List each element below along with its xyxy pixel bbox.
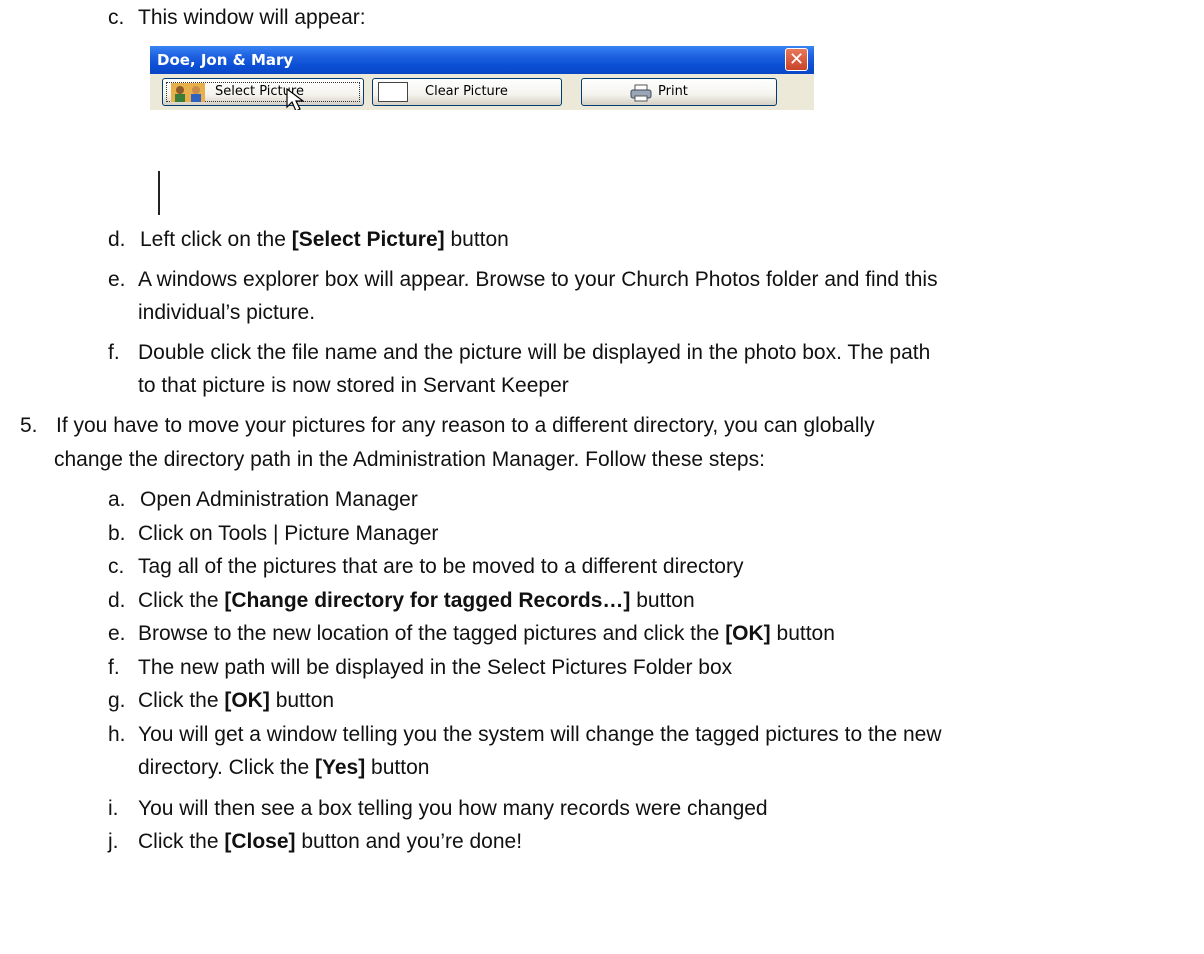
list-marker: i. (108, 797, 119, 820)
step-e-line: individual’s picture. (138, 301, 316, 324)
mouse-cursor-icon (286, 88, 305, 110)
people-icon (171, 83, 205, 102)
list-marker: j. (108, 830, 119, 853)
list-marker: e. (108, 268, 126, 291)
step-h-line: directory. Click the [Yes] button (138, 756, 430, 779)
window-titlebar: Doe, Jon & Mary ✕ (150, 46, 814, 74)
list-marker: b. (108, 522, 126, 545)
item5-line: If you have to move your pictures for an… (56, 414, 875, 437)
clear-picture-label: Clear Picture (425, 84, 508, 99)
list-marker: h. (108, 723, 126, 746)
step-f: The new path will be displayed in the Se… (138, 656, 733, 679)
step-e-line: A windows explorer box will appear. Brow… (138, 268, 938, 291)
step-c: Tag all of the pictures that are to be m… (138, 555, 744, 578)
list-marker: f. (108, 656, 120, 679)
step-j: Click the [Close] button and you’re done… (138, 830, 523, 853)
clear-picture-button[interactable]: Clear Picture (372, 78, 562, 106)
step-b: Click on Tools | Picture Manager (138, 522, 439, 545)
step-a: Open Administration Manager (140, 488, 418, 511)
step-i: You will then see a box telling you how … (138, 797, 768, 820)
item5-line: change the directory path in the Adminis… (54, 448, 765, 471)
list-marker: d. (108, 228, 126, 251)
blank-picture-icon (378, 82, 408, 102)
step-g: Click the [OK] button (138, 689, 335, 712)
list-marker: g. (108, 689, 126, 712)
printer-icon (630, 84, 652, 102)
close-icon[interactable]: ✕ (785, 48, 808, 71)
step-d: Left click on the [Select Picture] butto… (140, 228, 509, 251)
list-marker: f. (108, 341, 120, 364)
divider (158, 171, 160, 215)
step-f-line: Double click the file name and the pictu… (138, 341, 931, 364)
step-e: Browse to the new location of the tagged… (138, 622, 835, 645)
step-f-line: to that picture is now stored in Servant… (138, 374, 569, 397)
select-picture-button[interactable]: Select Picture (162, 78, 364, 106)
list-marker: a. (108, 488, 126, 511)
list-marker: 5. (20, 414, 38, 437)
list-marker: d. (108, 589, 126, 612)
list-marker: c. (108, 6, 125, 29)
list-marker: e. (108, 622, 126, 645)
list-marker: c. (108, 555, 125, 578)
print-button[interactable]: Print (581, 78, 777, 106)
intro-text: This window will appear: (138, 6, 366, 29)
window-screenshot: Doe, Jon & Mary ✕ Select Picture Clear P… (150, 46, 814, 110)
window-title: Doe, Jon & Mary (157, 51, 294, 69)
step-d: Click the [Change directory for tagged R… (138, 589, 695, 612)
step-h-line: You will get a window telling you the sy… (138, 723, 942, 746)
print-label: Print (658, 84, 688, 99)
